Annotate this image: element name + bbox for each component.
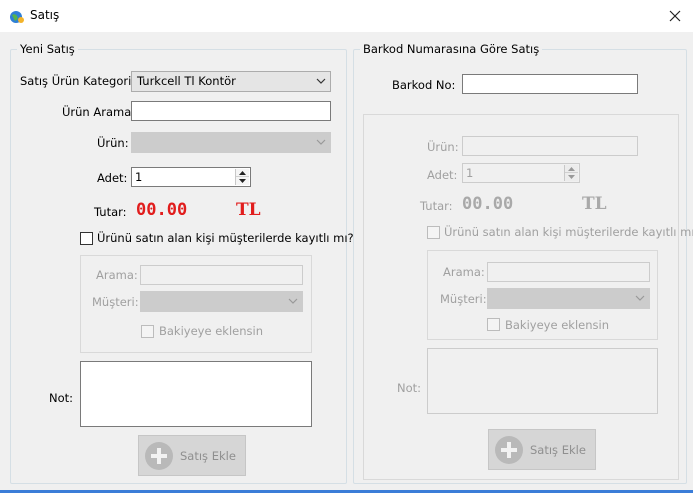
barcode-quantity-up-button[interactable] <box>565 165 578 173</box>
customer-search-input[interactable] <box>140 265 303 285</box>
product-label: Ürün: <box>97 136 129 150</box>
chevron-down-icon <box>288 298 298 304</box>
barcode-registered-checkbox-label: Ürünü satın alan kişi müşterilerde kayıt… <box>444 225 693 239</box>
currency-label: TL <box>236 200 261 220</box>
customer-select[interactable] <box>140 291 303 312</box>
window-title: Satış <box>30 8 60 22</box>
chevron-down-icon <box>316 78 326 84</box>
barcode-add-sale-button-label: Satış Ekle <box>530 442 586 457</box>
barcode-quantity-stepper[interactable]: 1 <box>462 163 580 183</box>
barcode-add-sale-button[interactable]: Satış Ekle <box>488 429 596 470</box>
new-sale-legend: Yeni Satış <box>17 42 78 56</box>
barcode-note-label: Not: <box>397 381 422 395</box>
quantity-up-button[interactable] <box>236 169 249 177</box>
quantity-stepper[interactable]: 1 <box>131 167 251 187</box>
chevron-down-icon <box>316 139 326 145</box>
globe-app-icon <box>10 11 24 23</box>
product-select[interactable] <box>131 132 331 153</box>
barcode-currency-label: TL <box>582 194 607 214</box>
barcode-quantity-value: 1 <box>466 166 474 180</box>
barcode-total-label: Tutar: <box>420 199 453 213</box>
note-label: Not: <box>49 391 74 405</box>
close-icon <box>669 10 681 22</box>
barcode-quantity-label: Adet: <box>427 168 458 182</box>
registered-customer-checkbox[interactable] <box>80 232 93 245</box>
title-bar: Satış <box>0 0 693 32</box>
barcode-customer-search-label: Arama: <box>443 265 485 279</box>
product-search-input[interactable] <box>131 101 331 121</box>
category-select[interactable]: Turkcell Tl Kontör <box>131 71 331 92</box>
add-sale-button-label: Satış Ekle <box>180 448 236 463</box>
barcode-registered-checkbox[interactable] <box>427 226 440 239</box>
barcode-add-to-balance-label: Bakiyeye eklensin <box>505 318 609 332</box>
close-button[interactable] <box>660 3 690 29</box>
barcode-total-value: 00.00 <box>462 194 514 214</box>
barcode-customer-search-input[interactable] <box>487 262 650 282</box>
chevron-down-icon <box>635 295 645 301</box>
customer-search-label: Arama: <box>96 268 138 282</box>
barcode-product-field[interactable] <box>462 136 638 156</box>
barcode-input[interactable] <box>462 74 638 94</box>
product-search-label: Ürün Arama: <box>62 105 136 119</box>
plus-circle-icon <box>495 435 523 464</box>
total-label: Tutar: <box>94 205 127 219</box>
barcode-note-textarea[interactable] <box>427 348 658 414</box>
quantity-label: Adet: <box>97 171 128 185</box>
barcode-customer-select[interactable] <box>487 288 650 309</box>
add-sale-button[interactable]: Satış Ekle <box>138 435 246 476</box>
total-value: 00.00 <box>136 200 188 220</box>
add-to-balance-checkbox[interactable] <box>141 325 154 338</box>
plus-circle-icon <box>145 441 173 470</box>
barcode-sale-legend: Barkod Numarasına Göre Satış <box>360 42 543 56</box>
customer-label: Müşteri: <box>92 295 139 309</box>
note-textarea[interactable] <box>80 361 312 427</box>
barcode-label: Barkod No: <box>392 78 456 92</box>
barcode-quantity-down-button[interactable] <box>565 173 578 181</box>
barcode-product-label: Ürün: <box>427 140 459 154</box>
quantity-value: 1 <box>135 170 143 184</box>
registered-customer-checkbox-label: Ürünü satın alan kişi müşterilerde kayıt… <box>97 231 354 245</box>
category-label: Satış Ürün Kategorisi: <box>20 74 145 88</box>
barcode-add-to-balance-checkbox[interactable] <box>487 318 500 331</box>
add-to-balance-label: Bakiyeye eklensin <box>159 324 263 338</box>
category-select-value: Turkcell Tl Kontör <box>137 74 236 88</box>
barcode-customer-label: Müşteri: <box>440 292 487 306</box>
quantity-down-button[interactable] <box>236 177 249 185</box>
